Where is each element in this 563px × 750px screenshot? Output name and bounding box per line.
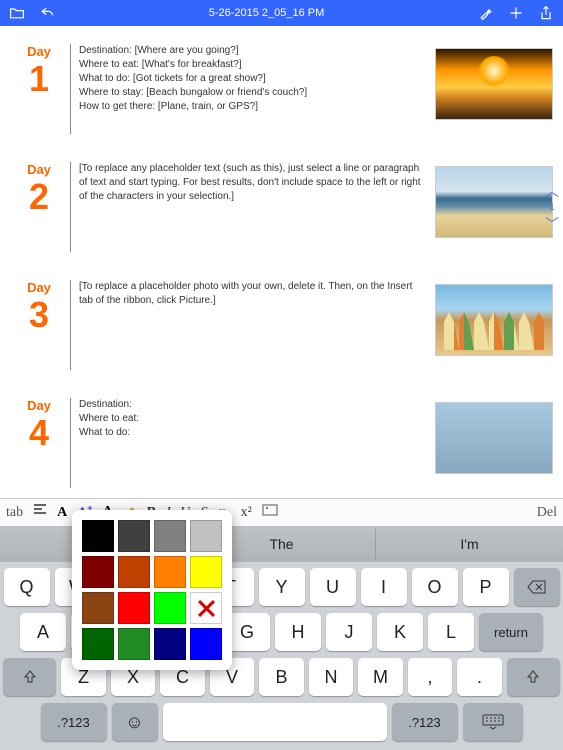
color-swatch[interactable] — [190, 556, 222, 588]
day-text[interactable]: [To replace any placeholder text (such a… — [79, 162, 435, 204]
align-icon[interactable] — [33, 504, 47, 521]
page-up-chevron[interactable]: ︿ — [545, 184, 559, 198]
suggestion-3[interactable]: I'm — [376, 528, 563, 560]
wrench-icon[interactable] — [477, 4, 495, 22]
key-return[interactable]: return — [479, 613, 543, 651]
key-b[interactable]: B — [259, 658, 304, 696]
color-swatch[interactable] — [154, 520, 186, 552]
color-swatch[interactable] — [82, 592, 114, 624]
key-u[interactable]: U — [310, 568, 356, 606]
key-shift-right[interactable] — [507, 658, 560, 696]
day-image[interactable] — [435, 48, 553, 120]
divider — [70, 162, 71, 252]
color-swatch[interactable] — [154, 592, 186, 624]
day-block: Day2 [To replace any placeholder text (su… — [10, 162, 553, 252]
key-.[interactable]: . — [457, 658, 502, 696]
key-h[interactable]: H — [275, 613, 321, 651]
font-color-black[interactable]: A — [57, 505, 67, 521]
key-,[interactable]: , — [408, 658, 453, 696]
key-m[interactable]: M — [358, 658, 403, 696]
divider — [70, 44, 71, 134]
key-a[interactable]: A — [20, 613, 66, 651]
page-indicator: ︿ 1 ﹀ — [545, 184, 559, 231]
day-text[interactable]: Destination:Where to eat:What to do: — [79, 398, 435, 440]
color-swatch[interactable] — [118, 592, 150, 624]
insert-image-icon[interactable] — [262, 504, 278, 521]
color-swatch[interactable] — [154, 556, 186, 588]
day-label: Day1 — [10, 44, 68, 97]
day-image[interactable] — [435, 166, 553, 238]
delete-button[interactable]: Del — [537, 505, 557, 521]
key-o[interactable]: O — [412, 568, 458, 606]
top-toolbar: 5-26-2015 2_05_16 PM — [0, 0, 563, 26]
day-block: Day3 [To replace a placeholder photo with… — [10, 280, 553, 370]
color-swatch[interactable] — [190, 628, 222, 660]
day-label: Day4 — [10, 398, 68, 451]
key-q[interactable]: Q — [4, 568, 50, 606]
color-swatch[interactable] — [118, 556, 150, 588]
key-i[interactable]: I — [361, 568, 407, 606]
key-numbers-right[interactable]: .?123 — [392, 703, 458, 741]
divider — [70, 280, 71, 370]
key-l[interactable]: L — [428, 613, 474, 651]
day-image[interactable] — [435, 402, 553, 474]
day-block: Day1Destination: [Where are you going?]W… — [10, 44, 553, 134]
tab-button[interactable]: tab — [6, 505, 23, 521]
key-y[interactable]: Y — [259, 568, 305, 606]
day-label: Day3 — [10, 280, 68, 333]
color-picker-popup — [72, 510, 232, 670]
key-backspace[interactable] — [514, 568, 560, 606]
undo-icon[interactable] — [38, 4, 56, 22]
day-text[interactable]: [To replace a placeholder photo with you… — [79, 280, 435, 308]
document-canvas[interactable]: Day1Destination: [Where are you going?]W… — [0, 26, 563, 498]
share-icon[interactable] — [537, 4, 555, 22]
color-swatch[interactable] — [82, 520, 114, 552]
superscript-button[interactable]: x² — [241, 505, 252, 521]
plus-icon[interactable] — [507, 4, 525, 22]
day-label: Day2 — [10, 162, 68, 215]
day-block: Day4 Destination:Where to eat:What to do: — [10, 398, 553, 488]
day-text[interactable]: Destination: [Where are you going?]Where… — [79, 44, 435, 114]
key-k[interactable]: K — [377, 613, 423, 651]
key-emoji[interactable]: ☺ — [112, 703, 158, 741]
color-swatch[interactable] — [82, 556, 114, 588]
document-title: 5-26-2015 2_05_16 PM — [209, 7, 325, 19]
page-down-chevron[interactable]: ﹀ — [545, 217, 559, 231]
color-swatch-none[interactable] — [190, 592, 222, 624]
color-swatch[interactable] — [82, 628, 114, 660]
key-j[interactable]: J — [326, 613, 372, 651]
color-swatch[interactable] — [154, 628, 186, 660]
day-image[interactable] — [435, 284, 553, 356]
divider — [70, 398, 71, 488]
key-shift-left[interactable] — [3, 658, 56, 696]
color-swatch[interactable] — [118, 628, 150, 660]
key-n[interactable]: N — [309, 658, 354, 696]
color-swatch[interactable] — [118, 520, 150, 552]
key-dismiss-keyboard[interactable] — [463, 703, 523, 741]
key-space[interactable] — [163, 703, 387, 741]
color-swatch[interactable] — [190, 520, 222, 552]
page-number: 1 — [549, 202, 555, 213]
key-p[interactable]: P — [463, 568, 509, 606]
folder-icon[interactable] — [8, 4, 26, 22]
key-numbers[interactable]: .?123 — [41, 703, 107, 741]
